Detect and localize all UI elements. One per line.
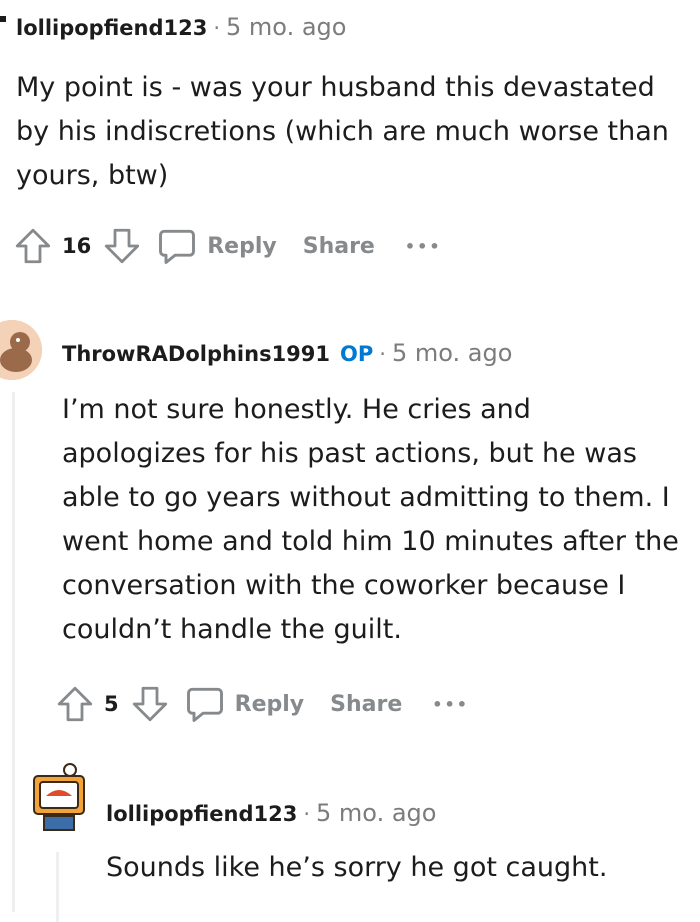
comment-body: I’m not sure honestly. He cries and apol… <box>62 394 679 645</box>
thread-line[interactable] <box>56 852 59 922</box>
username-link[interactable]: ThrowRADolphins1991 <box>62 342 330 366</box>
separator: · <box>303 802 311 826</box>
comment: ThrowRADolphins1991 OP · 5 mo. ago I’m not … <box>0 300 700 912</box>
comment: lollipopfiend123 · 5 mo. ago My point is -… <box>0 0 700 290</box>
snoo-avatar-icon <box>0 320 42 380</box>
avatar[interactable] <box>26 762 92 834</box>
comment-meta: lollipopfiend123 · 5 mo. ago <box>16 12 346 41</box>
share-button[interactable]: Share <box>303 234 375 259</box>
downvote-icon[interactable] <box>101 225 143 267</box>
timestamp-link[interactable]: 5 mo. ago <box>226 13 346 41</box>
upvote-icon[interactable] <box>54 683 96 725</box>
vote-count: 16 <box>62 234 92 258</box>
reply-label: Reply <box>207 233 277 259</box>
comment-body: My point is - was your husband this deva… <box>16 72 669 191</box>
comment: lollipopfiend123 · 5 mo. ago Sounds like h… <box>0 760 700 922</box>
separator: · <box>213 16 221 40</box>
username-link[interactable]: lollipopfiend123 <box>16 16 207 40</box>
separator: · <box>379 342 386 366</box>
comment-bubble-icon <box>155 224 199 268</box>
upvote-icon[interactable] <box>12 225 54 267</box>
comment-actions: 16 Reply Share ••• <box>12 224 442 268</box>
comment-bubble-icon <box>183 682 227 726</box>
reply-button[interactable]: Reply <box>183 682 305 726</box>
comment-meta: lollipopfiend123 · 5 mo. ago <box>106 798 436 827</box>
username-link[interactable]: lollipopfiend123 <box>106 802 297 826</box>
share-button[interactable]: Share <box>330 692 402 717</box>
reply-button[interactable]: Reply <box>155 224 277 268</box>
downvote-icon[interactable] <box>129 683 171 725</box>
more-options-icon[interactable]: ••• <box>432 695 469 714</box>
comment-body: Sounds like he’s sorry he got caught. <box>106 852 608 883</box>
avatar[interactable] <box>0 320 42 380</box>
comment-meta: ThrowRADolphins1991 OP · 5 mo. ago <box>62 338 512 367</box>
vote-count: 5 <box>104 692 119 716</box>
comment-actions: 5 Reply Share ••• <box>54 682 469 726</box>
avatar-partial <box>0 16 6 22</box>
op-badge: OP <box>340 342 374 366</box>
reply-label: Reply <box>234 691 305 717</box>
timestamp-link[interactable]: 5 mo. ago <box>316 799 436 827</box>
timestamp-link[interactable]: 5 mo. ago <box>392 339 512 367</box>
more-options-icon[interactable]: ••• <box>405 237 442 256</box>
robot-avatar-icon <box>33 763 85 831</box>
